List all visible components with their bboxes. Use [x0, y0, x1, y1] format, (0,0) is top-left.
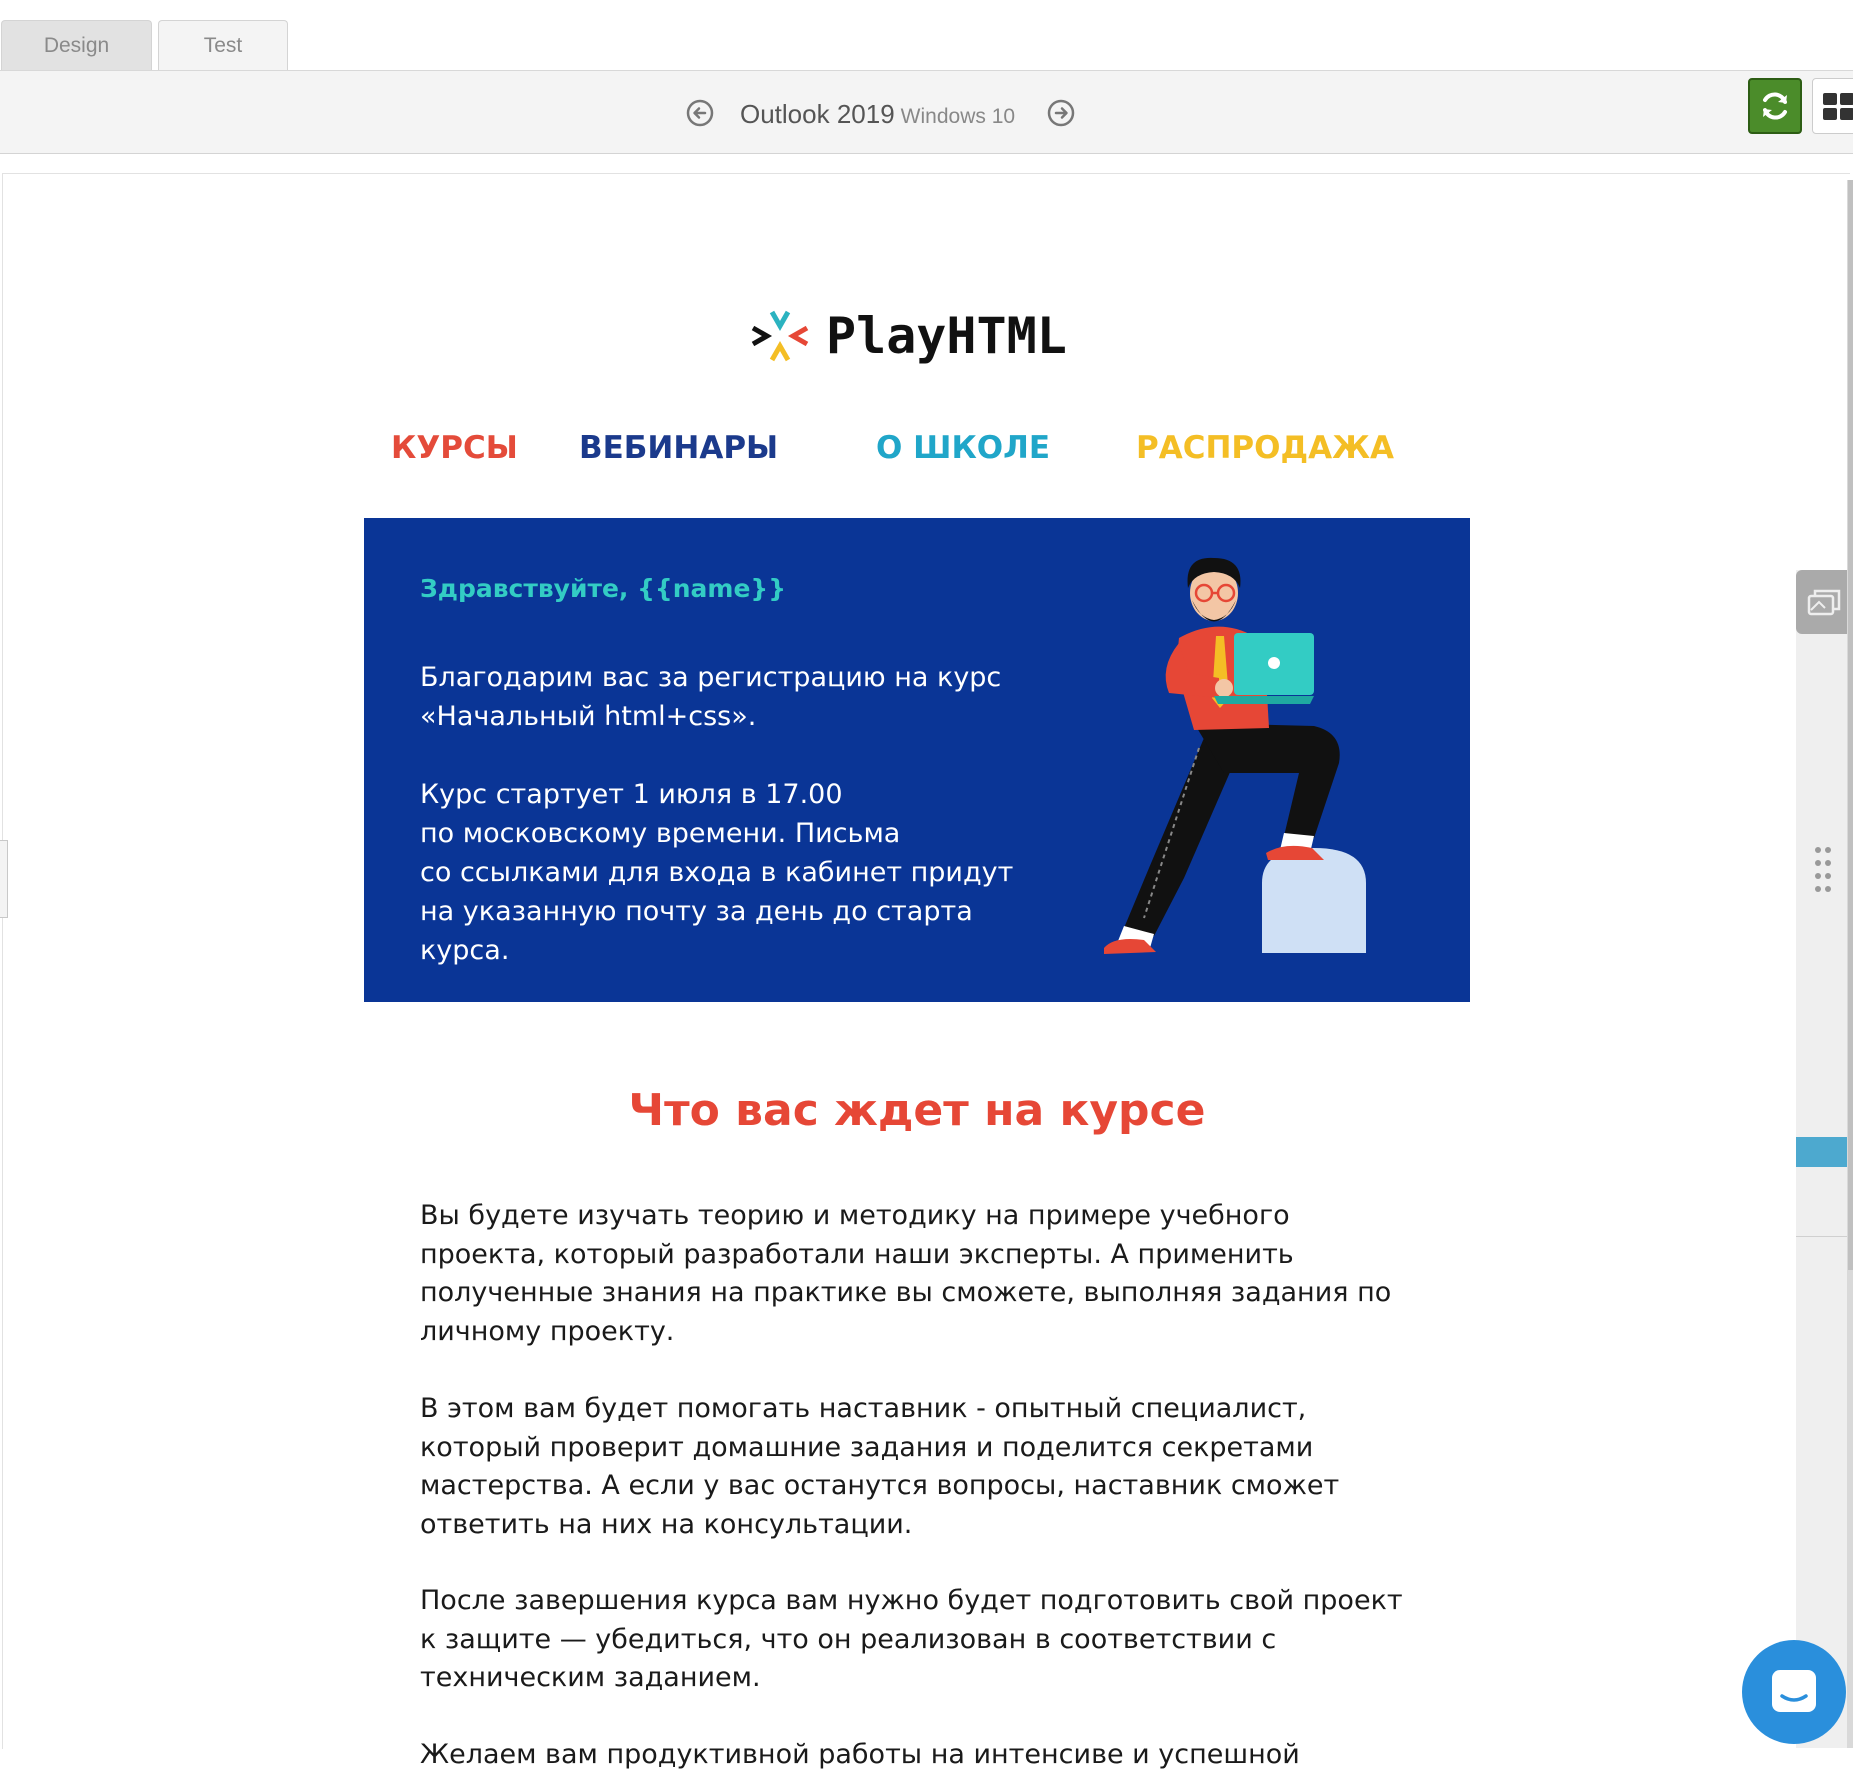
- text-line: В этом вам будет помогать наставник - оп…: [420, 1393, 1307, 1424]
- chat-widget-button[interactable]: [1742, 1640, 1846, 1744]
- email-client-label: Outlook 2019 Windows 10: [740, 99, 1015, 130]
- text-line: Благодарим вас за регистрацию на курс: [420, 662, 1002, 693]
- client-name: Outlook 2019: [740, 99, 895, 129]
- text-line: техническим заданием.: [420, 1662, 761, 1693]
- side-panel-divider: [1796, 1236, 1853, 1237]
- refresh-icon: [1763, 92, 1787, 120]
- menu-item-courses[interactable]: КУРСЫ: [391, 430, 518, 466]
- text-line: Курс стартует 1 июля в 17.00: [420, 779, 843, 810]
- hero-greeting: Здравствуйте, {{name}}: [420, 574, 786, 603]
- text-line: Вы будете изучать теорию и методику на п…: [420, 1200, 1290, 1231]
- client-os: Windows 10: [900, 105, 1016, 128]
- hero-banner: Здравствуйте, {{name}} Благодарим вас за…: [364, 518, 1470, 1002]
- layout-grid-button[interactable]: [1812, 78, 1853, 134]
- text-line: который проверит домашние задания и поде…: [420, 1431, 1314, 1463]
- logo-mark-icon: [751, 310, 809, 362]
- text-line: мастерства. А если у вас останутся вопро…: [420, 1470, 1340, 1501]
- text-line: курса.: [420, 935, 510, 966]
- body-paragraph: Желаем вам продуктивной работы на интенс…: [420, 1736, 1300, 1775]
- text-line: личному проекту.: [420, 1315, 675, 1347]
- menu-item-about[interactable]: О ШКОЛЕ: [876, 430, 1050, 466]
- tab-bar: Design Test: [0, 0, 1853, 70]
- side-panel-indicator: [1796, 1137, 1853, 1167]
- drag-handle-icon[interactable]: [1812, 845, 1834, 895]
- section-title: Что вас ждет на курсе: [628, 1085, 1206, 1136]
- left-resize-handle[interactable]: [0, 840, 8, 918]
- hero-paragraph: Курс стартует 1 июля в 17.00 по московск…: [420, 775, 1013, 970]
- preview-scrollbar-thumb[interactable]: [1848, 180, 1853, 1270]
- text-line: по московскому времени. Письма: [420, 818, 901, 849]
- refresh-button[interactable]: [1748, 78, 1802, 134]
- tab-test[interactable]: Test: [158, 20, 288, 70]
- text-line: к защите — убедиться, что он реализован …: [420, 1623, 1277, 1655]
- logo: PlayHTML: [750, 298, 1067, 374]
- body-paragraph: Вы будете изучать теорию и методику на п…: [420, 1197, 1391, 1351]
- body-paragraph: После завершения курса вам нужно будет п…: [420, 1582, 1403, 1698]
- logo-text: PlayHTML: [826, 307, 1067, 365]
- hero-paragraph: Благодарим вас за регистрацию на курс «Н…: [420, 658, 1001, 736]
- screenshots-tab[interactable]: [1796, 570, 1853, 634]
- chat-icon: [1772, 1670, 1816, 1712]
- text-line: ответить на них на консультации.: [420, 1508, 913, 1540]
- text-line: «Начальный html+css».: [420, 701, 757, 732]
- menu-item-webinars[interactable]: ВЕБИНАРЫ: [579, 430, 778, 466]
- arrow-left-circle-icon[interactable]: [686, 99, 714, 127]
- preview-toolbar: Outlook 2019 Windows 10: [0, 70, 1853, 154]
- tab-design[interactable]: Design: [1, 20, 152, 70]
- body-paragraph: В этом вам будет помогать наставник - оп…: [420, 1390, 1339, 1544]
- text-line: полученные знания на практике вы сможете…: [420, 1277, 1392, 1308]
- text-line: со ссылками для входа в кабинет придут: [420, 857, 1014, 888]
- grid-icon: [1823, 93, 1853, 120]
- screenshots-icon: [1807, 589, 1840, 616]
- arrow-right-circle-icon[interactable]: [1047, 99, 1075, 127]
- text-line: проекта, который разработали наши экспер…: [420, 1238, 1294, 1270]
- text-line: на указанную почту за день до старта: [420, 896, 973, 927]
- hero-illustration: [1104, 557, 1366, 954]
- text-line: После завершения курса вам нужно будет п…: [420, 1585, 1403, 1616]
- text-line: Желаем вам продуктивной работы на интенс…: [420, 1739, 1300, 1770]
- menu-item-sale[interactable]: РАСПРОДАЖА: [1136, 430, 1394, 466]
